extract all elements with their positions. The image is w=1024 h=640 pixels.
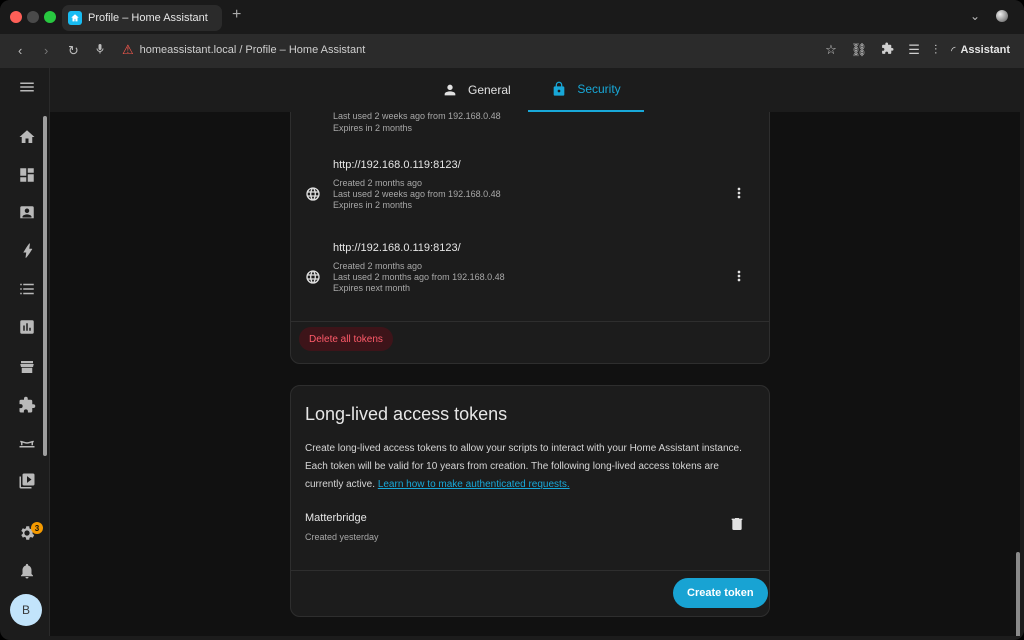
user-avatar[interactable]: B bbox=[10, 594, 42, 626]
tab-strip: Profile – Home Assistant + ⌄ bbox=[0, 0, 1024, 34]
globe-icon bbox=[305, 186, 321, 202]
not-secure-warning-icon[interactable]: ⚠ bbox=[122, 42, 134, 58]
home-assistant-favicon-icon bbox=[68, 11, 82, 25]
new-tab-button[interactable]: + bbox=[232, 6, 241, 24]
sidebar-item-overview[interactable] bbox=[16, 126, 38, 148]
puzzle-icon bbox=[19, 396, 36, 413]
lightning-icon bbox=[23, 243, 33, 258]
tab-list-chevron-down-icon[interactable]: ⌄ bbox=[970, 9, 980, 23]
sidebar-item-area[interactable] bbox=[16, 202, 38, 224]
token-last-used: Last used 2 weeks ago from 192.168.0.48 bbox=[333, 189, 501, 199]
list-icon bbox=[20, 283, 34, 295]
tab-general-label: General bbox=[468, 83, 511, 97]
sidebar-item-history[interactable] bbox=[16, 316, 38, 338]
token-expires: Expires in 2 months bbox=[333, 200, 413, 210]
sidebar-item-integrations[interactable] bbox=[16, 394, 38, 416]
tab-security-label: Security bbox=[577, 82, 621, 96]
refresh-tokens-card: Last used 2 weeks ago from 192.168.0.48 … bbox=[290, 112, 770, 364]
bridge-icon bbox=[19, 440, 35, 448]
sidebar-item-notifications[interactable] bbox=[16, 560, 38, 582]
address-text: homeassistant.local / Profile – Home Ass… bbox=[139, 44, 366, 56]
bell-icon bbox=[21, 563, 33, 579]
browser-window: Profile – Home Assistant + ⌄ ‹ › ↻ ⚠ hom… bbox=[0, 0, 1024, 640]
learn-more-link[interactable]: Learn how to make authenticated requests… bbox=[378, 479, 570, 490]
sidebar-menu-icon[interactable] bbox=[16, 76, 38, 98]
globe-icon bbox=[305, 269, 321, 285]
tab-title: Profile – Home Assistant bbox=[88, 12, 208, 24]
assistant-label: Assistant bbox=[960, 44, 1010, 56]
home-assistant-app: 3 B General Security Last used 2 weeks a… bbox=[4, 68, 1020, 636]
audio-wave-icon[interactable]: ⫶ bbox=[934, 42, 937, 58]
delete-all-tokens-button[interactable]: Delete all tokens bbox=[299, 327, 393, 351]
sidebar-item-matter[interactable] bbox=[16, 432, 38, 454]
account-icon bbox=[444, 84, 456, 96]
tab-general[interactable]: General bbox=[442, 68, 511, 112]
microphone-icon[interactable] bbox=[94, 43, 106, 58]
assistant-button[interactable]: ◜ Assistant bbox=[951, 44, 1010, 57]
card-divider bbox=[291, 570, 769, 571]
reload-icon[interactable]: ↻ bbox=[68, 43, 79, 59]
sidebar-item-dashboards[interactable] bbox=[16, 164, 38, 186]
forward-arrow-icon[interactable]: › bbox=[44, 43, 48, 58]
sidebar-item-logbook[interactable] bbox=[16, 278, 38, 300]
hacs-store-icon bbox=[20, 361, 34, 373]
sidebar-item-energy[interactable] bbox=[16, 240, 38, 262]
page-scrollbar[interactable] bbox=[1016, 552, 1020, 636]
token-created: Created 2 months ago bbox=[333, 178, 423, 188]
lock-icon bbox=[553, 81, 565, 96]
tab-security[interactable]: Security bbox=[528, 68, 644, 112]
token-more-options-icon[interactable] bbox=[731, 185, 747, 201]
create-token-button[interactable]: Create token bbox=[673, 578, 768, 608]
play-box-icon bbox=[19, 473, 35, 489]
link-icon[interactable]: ⛓ bbox=[851, 42, 868, 58]
close-window-button[interactable] bbox=[10, 11, 22, 23]
token-expires: Expires in 2 months bbox=[333, 123, 413, 133]
token-last-used: Last used 2 months ago from 192.168.0.48 bbox=[333, 272, 505, 282]
account-box-icon bbox=[20, 206, 34, 219]
profile-sphere-icon[interactable] bbox=[996, 10, 1008, 22]
list-item: http://192.168.0.119:8123/ Created 2 mon… bbox=[291, 242, 769, 312]
long-lived-token-name: Matterbridge bbox=[305, 512, 367, 524]
menu-lines-icon[interactable]: ☰ bbox=[908, 42, 920, 58]
minimize-window-button[interactable] bbox=[27, 11, 39, 23]
card-title: Long-lived access tokens bbox=[305, 404, 508, 424]
chart-box-icon bbox=[20, 320, 34, 334]
list-item: http://192.168.0.119:8123/ Created 2 mon… bbox=[291, 159, 769, 229]
dashboard-icon bbox=[20, 168, 34, 182]
settings-notification-badge: 3 bbox=[31, 522, 43, 534]
long-lived-tokens-card: Long-lived access tokens Create long-liv… bbox=[290, 385, 770, 617]
maximize-window-button[interactable] bbox=[44, 11, 56, 23]
sidebar-scrollbar[interactable] bbox=[43, 116, 47, 456]
token-title: http://192.168.0.119:8123/ bbox=[333, 159, 461, 171]
extensions-puzzle-icon[interactable] bbox=[881, 42, 894, 58]
address-bar[interactable]: ⚠ homeassistant.local / Profile – Home A… bbox=[122, 42, 365, 58]
card-description: Create long-lived access tokens to allow… bbox=[305, 440, 755, 494]
token-more-options-icon[interactable] bbox=[731, 268, 747, 284]
sidebar-item-hacs[interactable] bbox=[16, 356, 38, 378]
token-expires: Expires next month bbox=[333, 283, 411, 293]
token-last-used: Last used 2 weeks ago from 192.168.0.48 bbox=[333, 112, 501, 121]
home-icon bbox=[19, 130, 35, 143]
back-arrow-icon[interactable]: ‹ bbox=[18, 43, 22, 58]
delete-token-trash-icon[interactable] bbox=[729, 516, 745, 532]
card-divider bbox=[291, 321, 769, 322]
profile-content: Last used 2 weeks ago from 192.168.0.48 … bbox=[50, 112, 1020, 636]
token-created: Created 2 months ago bbox=[333, 261, 423, 271]
profile-header: General Security bbox=[50, 68, 1020, 112]
sidebar: 3 B bbox=[4, 68, 50, 636]
long-lived-token-created: Created yesterday bbox=[305, 532, 379, 542]
assistant-icon: ◜ bbox=[951, 44, 956, 57]
browser-tab[interactable]: Profile – Home Assistant bbox=[62, 5, 222, 31]
token-title: http://192.168.0.119:8123/ bbox=[333, 242, 461, 254]
bookmark-star-icon[interactable]: ☆ bbox=[825, 42, 837, 58]
sidebar-item-media[interactable] bbox=[16, 470, 38, 492]
browser-toolbar: ‹ › ↻ ⚠ homeassistant.local / Profile – … bbox=[0, 34, 1024, 68]
